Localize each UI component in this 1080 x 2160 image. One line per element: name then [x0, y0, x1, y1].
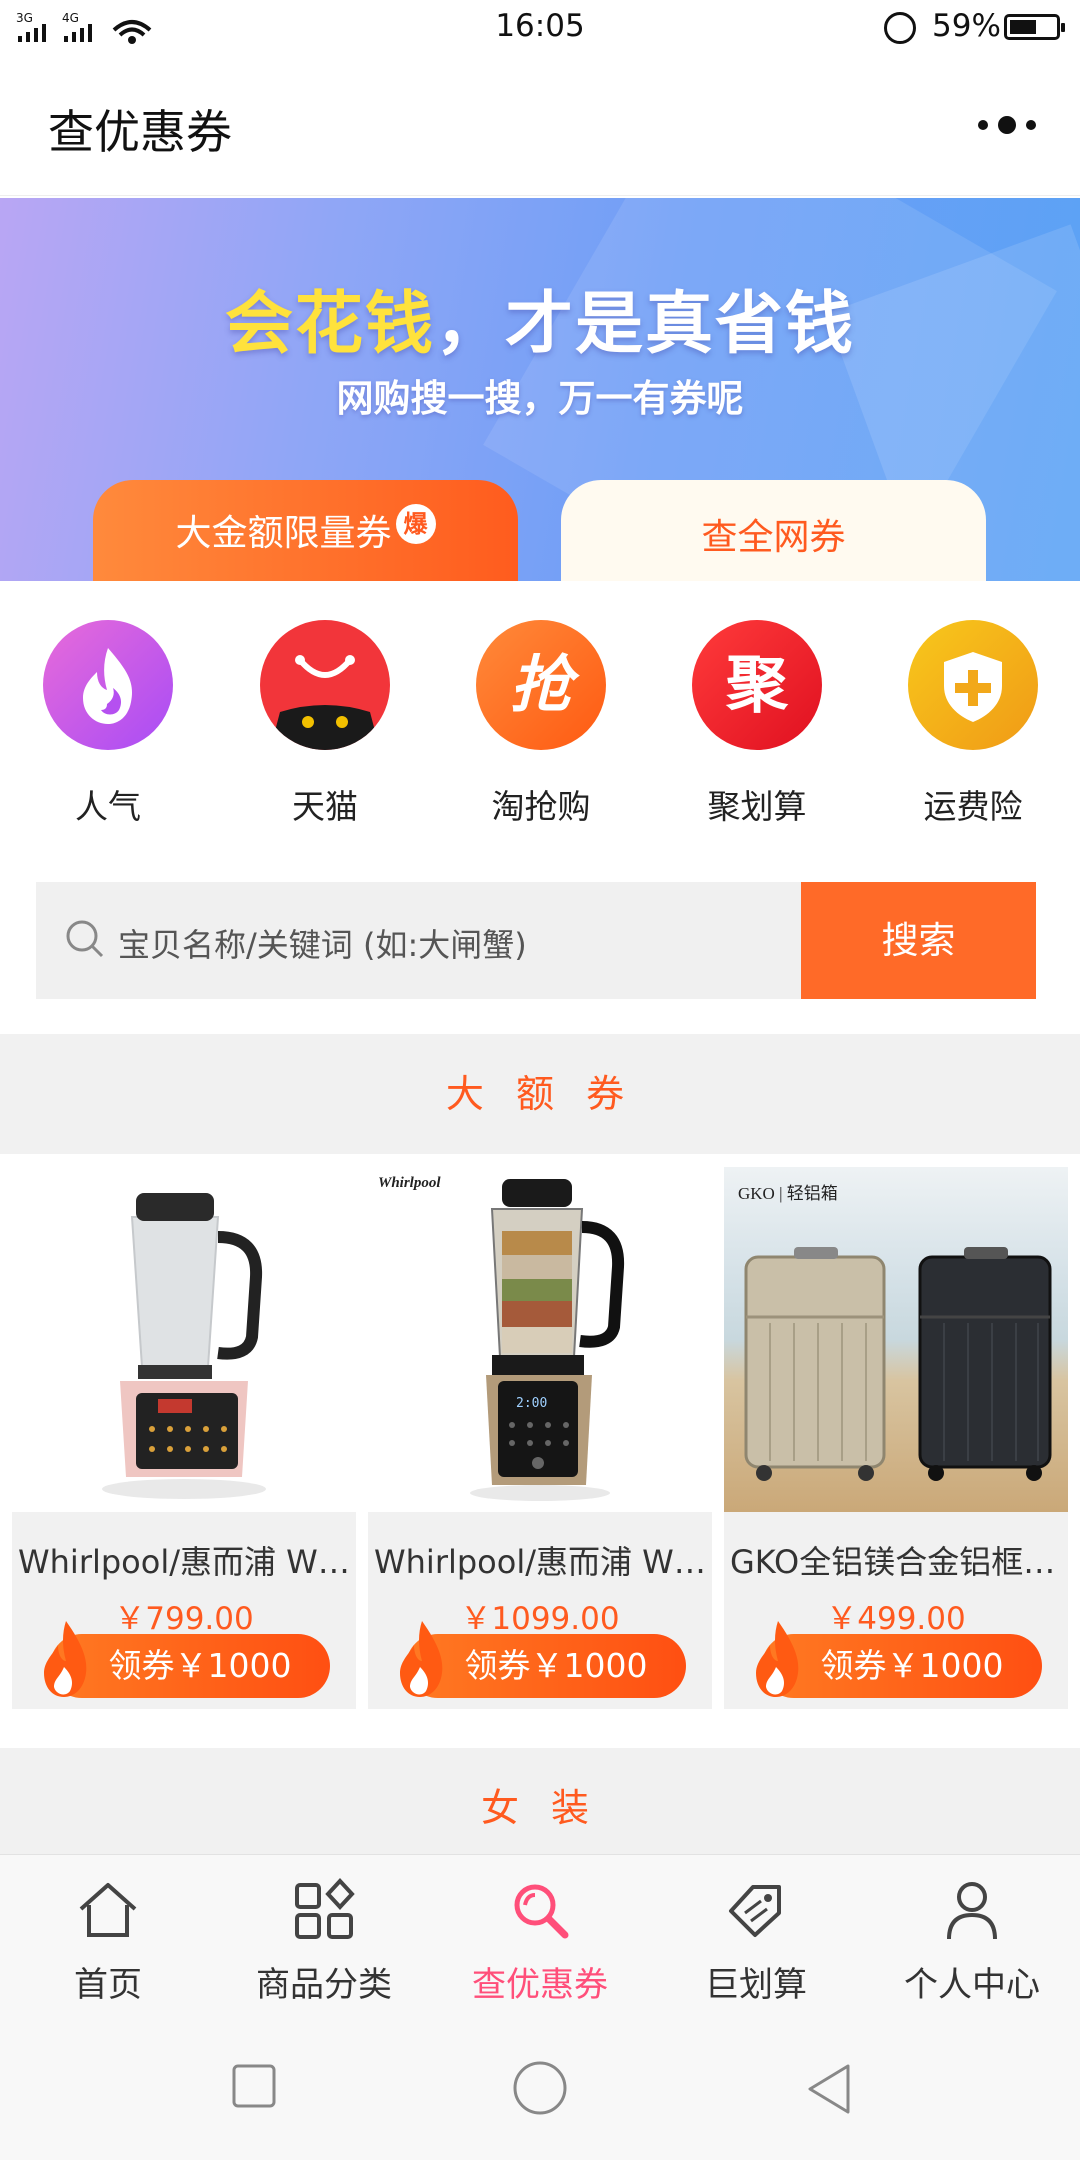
page-title: 查优惠券 — [48, 105, 232, 159]
product-card[interactable]: Whirlpool 2:00 Whirlpool/惠而浦 WBS-PC1501 … — [368, 1167, 712, 1709]
flame-icon — [756, 1621, 799, 1697]
svg-text:2:00: 2:00 — [516, 1396, 547, 1411]
product-card[interactable]: Whirlpool/惠而浦 WBS-PC1201 破壁料理机 ￥799.00 领… — [12, 1167, 356, 1709]
tab-profile[interactable]: 个人中心 — [864, 1877, 1080, 2006]
shortcut-label: 运费险 — [923, 787, 1023, 826]
user-icon — [947, 1882, 997, 1940]
shortcut-popular[interactable]: 人气 — [28, 620, 188, 828]
grab-icon: 抢 — [476, 620, 606, 750]
tab-great-deals[interactable]: 巨划算 — [648, 1877, 864, 2006]
tmall-cart-icon — [260, 620, 390, 750]
product-image — [12, 1167, 356, 1512]
tab-label: 巨划算 — [705, 1965, 807, 2005]
big-coupon-button[interactable]: 大金额限量券爆 — [93, 480, 518, 581]
tab-home[interactable]: 首页 — [0, 1877, 216, 2006]
search-placeholder: 宝贝名称/关键词 (如:大闸蟹) — [118, 926, 527, 964]
status-bar: 3G 4G 16:05 59% — [0, 0, 1080, 56]
product-title: Whirlpool/惠而浦 WBS-PC1501 破壁料理机 — [374, 1543, 706, 1581]
shortcut-label: 人气 — [75, 787, 141, 826]
hot-badge: 爆 — [395, 504, 436, 544]
title-bar: 查优惠券 — [0, 56, 1080, 196]
brand-mark: GKO | 轻铝箱 — [738, 1184, 838, 1203]
clock: 16:05 — [495, 8, 585, 44]
product-title: Whirlpool/惠而浦 WBS-PC1201 破壁料理机 — [18, 1543, 350, 1581]
get-coupon-button[interactable]: 领券￥1000 — [406, 1634, 686, 1698]
home-circle-icon[interactable] — [512, 2060, 568, 2116]
promo-banner: 会花钱，才是真省钱 网购搜一搜，万一有券呢 大金额限量券爆 查全网券 — [0, 198, 1080, 581]
juhuasuan-icon: 聚 — [692, 620, 822, 750]
shortcut-shipping-insurance[interactable]: 运费险 — [893, 620, 1053, 828]
brand-mark: Whirlpool — [378, 1175, 441, 1191]
product-image: Whirlpool 2:00 — [368, 1167, 712, 1512]
product-title: GKO全铝镁合金铝框拉杆箱 — [730, 1543, 1062, 1581]
get-coupon-button[interactable]: 领券￥1000 — [50, 1634, 330, 1698]
shortcut-flash-sale[interactable]: 抢 淘抢购 — [461, 620, 621, 828]
big-coupon-label: 大金额限量券 — [175, 513, 392, 554]
flame-icon — [400, 1621, 443, 1697]
rotation-lock-icon — [884, 12, 916, 44]
tag-icon — [729, 1885, 781, 1937]
flame-icon — [44, 1621, 87, 1697]
search-all-label: 查全网券 — [701, 517, 846, 558]
tab-label: 商品分类 — [256, 1965, 392, 2005]
shortcut-label: 聚划算 — [707, 787, 807, 826]
home-icon — [79, 1883, 137, 1937]
bottom-tab-bar: 首页 商品分类 查优惠券 巨划算 个人中心 — [0, 1854, 1080, 2014]
banner-headline: 会花钱，才是真省钱 — [0, 268, 1080, 367]
tab-categories[interactable]: 商品分类 — [216, 1877, 432, 2006]
banner-headline-rest: ，才是真省钱 — [435, 285, 856, 364]
shortcut-tmall[interactable]: 天猫 — [245, 620, 405, 828]
tab-label: 个人中心 — [904, 1965, 1040, 2005]
category-shortcuts: 人气 天猫 抢 淘抢购 聚 聚划算 运费险 — [0, 620, 1080, 860]
search-all-coupons-button[interactable]: 查全网券 — [561, 480, 986, 581]
search-input[interactable]: 宝贝名称/关键词 (如:大闸蟹) — [36, 882, 801, 999]
shield-plus-icon — [908, 620, 1038, 750]
search-coupon-icon — [514, 1884, 569, 1939]
tab-label: 首页 — [74, 1965, 142, 2005]
banner-headline-highlight: 会花钱 — [224, 285, 435, 364]
back-triangle-icon[interactable] — [804, 2062, 854, 2116]
section-header-big-coupon: 大 额 券 — [0, 1034, 1080, 1154]
product-card[interactable]: GKO | 轻铝箱 GKO全铝镁合金铝框拉杆箱 ￥499.00 领券￥1000 — [724, 1167, 1068, 1709]
search-button[interactable]: 搜索 — [801, 882, 1036, 999]
product-image: GKO | 轻铝箱 — [724, 1167, 1068, 1512]
banner-subline: 网购搜一搜，万一有券呢 — [336, 377, 744, 420]
section-header-women: 女 装 — [0, 1748, 1080, 1868]
battery-percent: 59% — [932, 8, 1001, 44]
coupon-search: 宝贝名称/关键词 (如:大闸蟹) 搜索 — [36, 882, 1036, 999]
flame-icon — [43, 620, 173, 750]
more-dots-icon[interactable] — [970, 106, 1070, 146]
search-icon — [66, 920, 104, 958]
battery-fill — [1010, 20, 1036, 34]
tab-label: 查优惠券 — [472, 1965, 608, 2005]
battery-icon — [1004, 14, 1065, 40]
shortcut-label: 天猫 — [292, 787, 358, 826]
get-coupon-button[interactable]: 领券￥1000 — [762, 1634, 1042, 1698]
system-navigation-bar — [0, 2014, 1080, 2160]
tab-coupon-search[interactable]: 查优惠券 — [432, 1877, 648, 2006]
category-grid-icon — [295, 1878, 355, 1939]
shortcut-juhuasuan[interactable]: 聚 聚划算 — [677, 620, 837, 828]
shortcut-label: 淘抢购 — [491, 787, 591, 826]
recent-apps-icon[interactable] — [230, 2062, 280, 2112]
